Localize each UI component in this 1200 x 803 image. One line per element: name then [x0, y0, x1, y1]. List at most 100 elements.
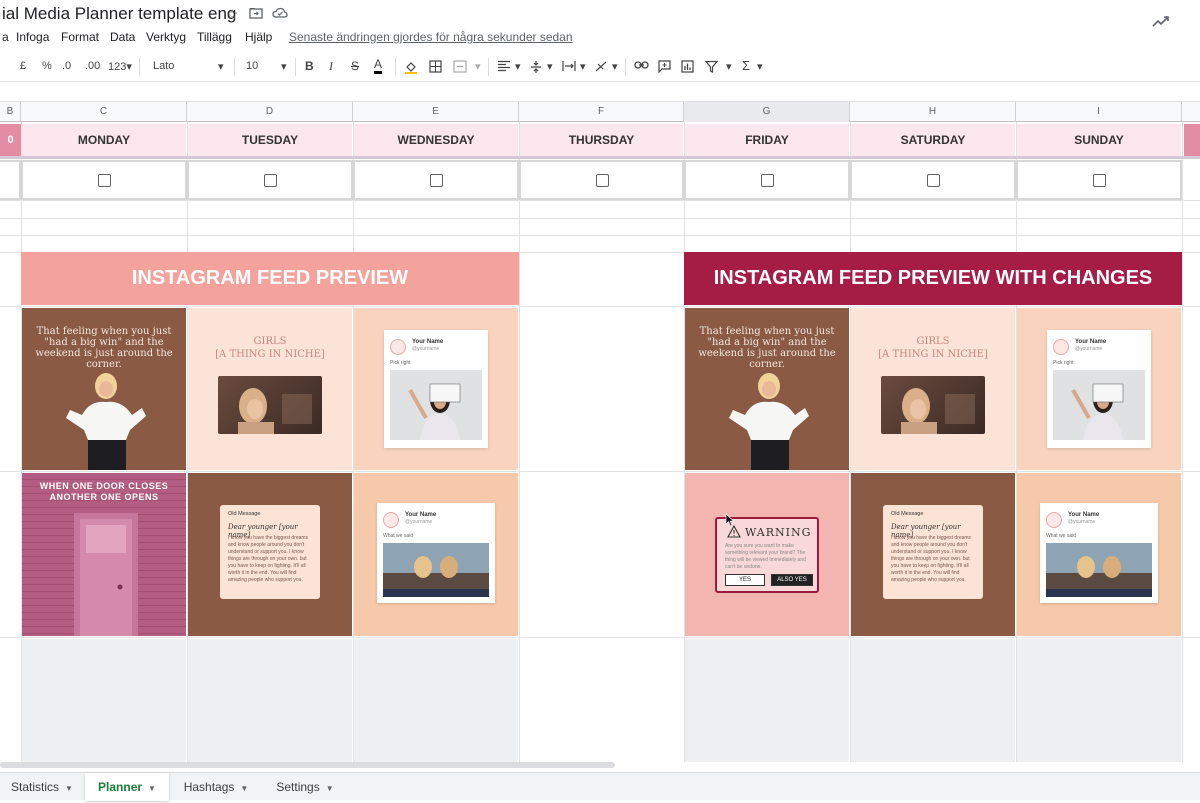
- document-title[interactable]: ial Media Planner template eng: [2, 4, 236, 24]
- chevron-down-icon: ▾: [475, 61, 481, 73]
- text-color-button[interactable]: A: [374, 57, 383, 74]
- day-header-stub[interactable]: [1184, 124, 1200, 156]
- post-tile-door[interactable]: WHEN ONE DOOR CLOSES ANOTHER ONE OPENS: [22, 473, 186, 636]
- day-header-sunday[interactable]: SUNDAY: [1017, 124, 1181, 156]
- star-icon[interactable]: ☆: [224, 6, 240, 22]
- day-header-wednesday[interactable]: WEDNESDAY: [354, 124, 518, 156]
- mouse-cursor-icon: [725, 513, 735, 527]
- chevron-down-icon[interactable]: ▼: [326, 784, 334, 793]
- day-header-stub[interactable]: 0: [0, 124, 21, 156]
- increase-decimals-button[interactable]: .00: [85, 60, 100, 72]
- post-tile-warning[interactable]: WARNING Are you sure you want to make so…: [685, 473, 849, 636]
- last-edit-link[interactable]: Senaste ändringen gjordes för några seku…: [289, 30, 573, 44]
- day-header-friday[interactable]: FRIDAY: [685, 124, 849, 156]
- sheet-tab-planner[interactable]: Planner ▼: [85, 773, 169, 801]
- column-header[interactable]: C: [21, 102, 187, 122]
- horizontal-scrollbar[interactable]: [0, 762, 615, 768]
- menu-item-data[interactable]: Data: [110, 30, 135, 44]
- italic-button[interactable]: I: [329, 59, 333, 74]
- post-tile-card-car[interactable]: Your Name @yourname What we said: [1017, 473, 1181, 636]
- day-header-monday[interactable]: MONDAY: [22, 124, 186, 156]
- empty-post-cell[interactable]: [851, 639, 1015, 762]
- post-done-checkbox[interactable]: [430, 174, 443, 187]
- sheet-tab-settings[interactable]: Settings ▼: [263, 773, 347, 801]
- day-header-saturday[interactable]: SATURDAY: [851, 124, 1015, 156]
- post-tile-girls[interactable]: GIRLS [A THING IN NICHE]: [851, 308, 1015, 470]
- sheet-grid[interactable]: 0 MONDAY TUESDAY WEDNESDAY THURSDAY FRID…: [0, 122, 1200, 762]
- font-size-dropdown[interactable]: 10: [246, 60, 258, 72]
- number-format-dropdown[interactable]: 123▾: [108, 60, 132, 73]
- menu-item-addons[interactable]: Tillägg: [197, 30, 232, 44]
- post-done-checkbox[interactable]: [927, 174, 940, 187]
- post-tile-card[interactable]: Your Name @yourname Pick right: [354, 308, 518, 470]
- insert-chart-icon[interactable]: [681, 60, 694, 76]
- post-tile-card-car[interactable]: Your Name @yourname What we said: [354, 473, 518, 636]
- post-done-checkbox[interactable]: [1093, 174, 1106, 187]
- tweet-card: Your Name @yourname Pick right: [384, 330, 488, 448]
- formula-bar[interactable]: [0, 82, 1200, 102]
- empty-post-cell[interactable]: [685, 639, 849, 762]
- column-header[interactable]: F: [519, 102, 684, 122]
- percent-format-button[interactable]: %: [42, 60, 52, 72]
- empty-post-cell[interactable]: [1017, 639, 1181, 762]
- sheet-tab-hashtags[interactable]: Hashtags ▼: [170, 773, 262, 801]
- text-rotation-icon[interactable]: [594, 60, 608, 76]
- text-wrap-icon[interactable]: [562, 60, 576, 75]
- decrease-decimals-button[interactable]: .0: [62, 60, 71, 72]
- post-done-checkbox[interactable]: [98, 174, 111, 187]
- chevron-down-icon[interactable]: ▼: [148, 784, 156, 793]
- checkbox-cell: [0, 160, 21, 200]
- empty-post-cell[interactable]: [22, 639, 186, 762]
- post-tile-quote[interactable]: That feeling when you just "had a big wi…: [22, 308, 186, 470]
- message-body: I know you have the biggest dreams and k…: [228, 535, 309, 583]
- empty-post-cell[interactable]: [354, 639, 518, 762]
- post-tile-girls[interactable]: GIRLS [A THING IN NICHE]: [188, 308, 352, 470]
- toolbar: £ % .0 .00 123▾ Lato ▾ 10 ▾ B I S A ▾ ▾ …: [0, 52, 1200, 82]
- sheet-tab-statistics[interactable]: Statistics ▼: [0, 773, 84, 801]
- post-tile-card[interactable]: Your Name @yourname Pick right: [1017, 308, 1181, 470]
- post-done-checkbox[interactable]: [264, 174, 277, 187]
- column-header[interactable]: I: [1016, 102, 1182, 122]
- post-done-checkbox[interactable]: [595, 174, 609, 187]
- column-header[interactable]: H: [850, 102, 1016, 122]
- day-header-thursday[interactable]: THURSDAY: [520, 124, 683, 156]
- post-tile-quote[interactable]: That feeling when you just "had a big wi…: [685, 308, 849, 470]
- currency-format-button[interactable]: £: [20, 60, 26, 72]
- fill-color-icon[interactable]: [404, 60, 418, 77]
- message-card: Old Message Dear younger [your name] I k…: [883, 505, 983, 599]
- functions-button[interactable]: Σ: [742, 58, 750, 73]
- column-header[interactable]: D: [187, 102, 353, 122]
- horizontal-align-icon[interactable]: [497, 60, 511, 75]
- menu-item-tools[interactable]: Verktyg: [146, 30, 186, 44]
- folder-move-icon[interactable]: [248, 6, 264, 22]
- column-header[interactable]: E: [353, 102, 519, 122]
- cloud-status-icon[interactable]: [272, 6, 288, 22]
- strikethrough-button[interactable]: S: [351, 59, 359, 73]
- menu-item-format[interactable]: Format: [61, 30, 99, 44]
- message-card: Old Message Dear younger [your name] I k…: [220, 505, 320, 599]
- chevron-down-icon[interactable]: ▼: [65, 784, 73, 793]
- column-header[interactable]: G: [684, 102, 850, 122]
- borders-icon[interactable]: [429, 60, 442, 76]
- menu-item-file[interactable]: a: [2, 30, 9, 44]
- font-family-dropdown[interactable]: Lato: [153, 60, 174, 72]
- bold-button[interactable]: B: [305, 59, 314, 73]
- warning-title: WARNING: [745, 526, 812, 539]
- toolbar-divider: [395, 58, 396, 76]
- gridline: [0, 200, 1200, 201]
- merge-cells-icon[interactable]: [453, 60, 467, 76]
- insert-link-icon[interactable]: [634, 60, 649, 73]
- empty-post-cell[interactable]: [188, 639, 352, 762]
- vertical-align-icon[interactable]: [530, 60, 542, 77]
- post-tile-message[interactable]: Old Message Dear younger [your name] I k…: [851, 473, 1015, 636]
- insert-comment-icon[interactable]: [658, 60, 671, 76]
- post-done-checkbox[interactable]: [761, 174, 774, 187]
- post-tile-message[interactable]: Old Message Dear younger [your name] I k…: [188, 473, 352, 636]
- menu-item-insert[interactable]: Infoga: [16, 30, 49, 44]
- column-header[interactable]: B: [0, 102, 21, 122]
- menu-item-help[interactable]: Hjälp: [245, 30, 272, 44]
- day-header-tuesday[interactable]: TUESDAY: [188, 124, 352, 156]
- chevron-down-icon[interactable]: ▼: [240, 784, 248, 793]
- filter-icon[interactable]: [704, 60, 719, 76]
- gridline: [0, 156, 1200, 159]
